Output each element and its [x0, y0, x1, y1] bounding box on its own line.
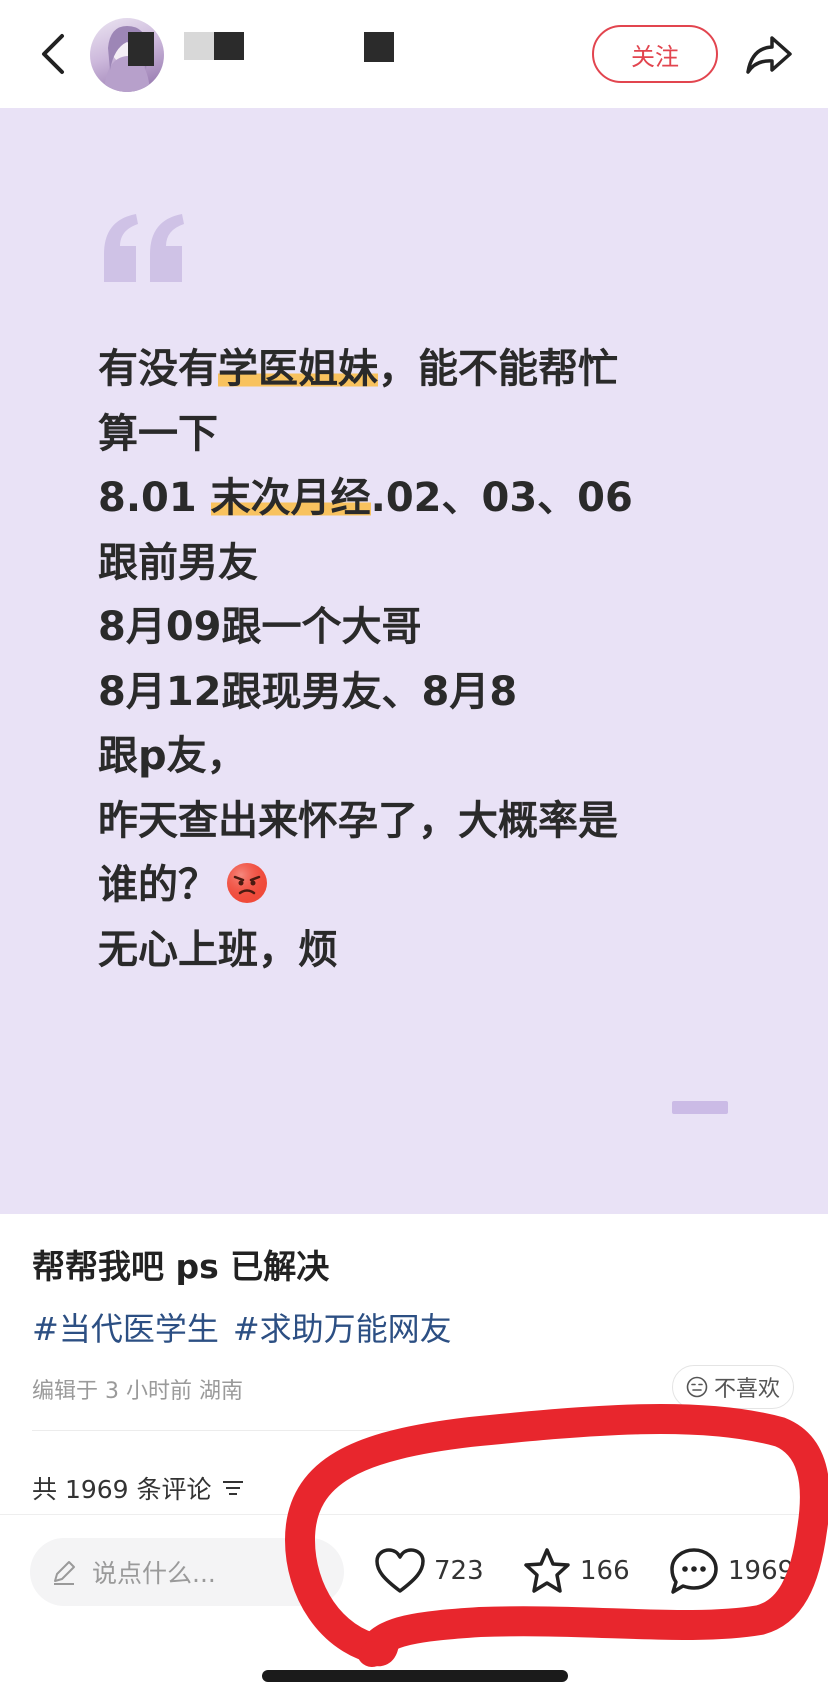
post-image-text-body: 有没有学医姐妹，能不能帮忙 算一下 8.01 末次月经.02、03、06 跟前男…: [98, 346, 633, 908]
tag-link[interactable]: #当代医学生: [32, 1310, 219, 1348]
post-image-text: 有没有学医姐妹，能不能帮忙 算一下 8.01 末次月经.02、03、06 跟前男…: [98, 337, 778, 982]
comment-bubble-icon: [670, 1548, 718, 1594]
comments-header[interactable]: 共 1969 条评论: [32, 1470, 244, 1506]
like-count: 723: [434, 1556, 484, 1586]
post-image-last-line: 无心上班，烦: [98, 926, 338, 973]
follow-button[interactable]: 关注: [592, 25, 718, 83]
share-icon[interactable]: [744, 30, 794, 78]
home-indicator: [262, 1670, 568, 1682]
sort-icon[interactable]: [222, 1479, 244, 1497]
card-text-segment: .02、03、06 跟前男友 8月09跟一个大哥 8月12跟现男友、8月8 跟p…: [98, 475, 633, 908]
tag-link[interactable]: #求助万能网友: [233, 1310, 452, 1348]
pencil-icon: [54, 1561, 75, 1585]
comment-button[interactable]: 1969: [668, 1543, 794, 1599]
star-icon: [524, 1548, 570, 1593]
username-censor-block: [128, 32, 154, 66]
heart-icon: [375, 1548, 425, 1593]
angry-face-emoji: [227, 863, 267, 903]
collect-button[interactable]: 166: [522, 1543, 630, 1599]
username-censor-block: [364, 32, 394, 62]
dislike-button[interactable]: 不喜欢: [672, 1365, 794, 1409]
divider: [0, 1514, 828, 1515]
card-pagination-bar: [672, 1101, 728, 1114]
like-button[interactable]: 723: [374, 1543, 484, 1599]
back-chevron-icon[interactable]: [34, 32, 74, 76]
divider: [32, 1430, 802, 1431]
comment-count: 1969: [728, 1556, 795, 1586]
username-censor-block: [214, 32, 244, 60]
dislike-label: 不喜欢: [713, 1377, 780, 1402]
comment-input[interactable]: 说点什么...: [30, 1538, 344, 1606]
neutral-face-icon: [686, 1376, 708, 1398]
highlighted-text: 末次月经: [210, 475, 371, 521]
post-meta: 编辑于 3 小时前 湖南: [32, 1379, 243, 1404]
card-text-segment: 有没有: [98, 346, 218, 392]
username-censor-block: [184, 32, 214, 60]
post-title: 帮帮我吧 ps 已解决: [32, 1247, 330, 1286]
collect-count: 166: [580, 1556, 630, 1586]
quote-mark-icon: [104, 214, 184, 282]
highlighted-text: 学医姐妹: [218, 346, 378, 392]
post-tags: #当代医学生 #求助万能网友: [32, 1304, 466, 1350]
comments-count-label: 共 1969 条评论: [32, 1475, 212, 1504]
comment-input-placeholder: 说点什么...: [92, 1559, 216, 1588]
